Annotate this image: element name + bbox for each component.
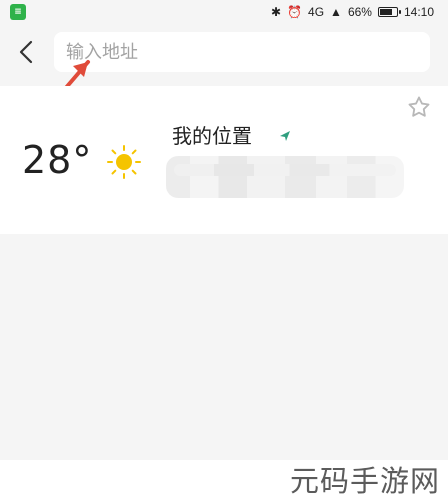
empty-content-area	[0, 234, 448, 460]
battery-icon	[377, 7, 401, 17]
alarm-icon: ⏰	[287, 5, 303, 19]
back-button[interactable]	[10, 34, 42, 70]
network-label: 4G	[308, 5, 325, 19]
watermark-text: 元码手游网	[289, 464, 440, 498]
sun-icon	[107, 145, 141, 179]
favorite-star-icon[interactable]	[406, 94, 432, 120]
signal-icon: ▲	[330, 5, 342, 19]
temperature-value: 28°	[22, 138, 93, 182]
search-bar	[0, 24, 448, 84]
status-time: 14:10	[403, 5, 434, 19]
app-badge-icon: ≡	[10, 4, 26, 20]
bluetooth-icon: ✱	[271, 5, 282, 19]
battery-percentage: 66%	[347, 5, 372, 19]
location-title: 我的位置	[172, 124, 252, 148]
back-arrow-icon	[19, 40, 33, 64]
location-arrow-icon	[280, 131, 290, 141]
status-icons: ✱ ⏰ 4G ▲ 66% 14:10	[271, 3, 434, 21]
weather-card[interactable]: 28° 我的位置	[0, 86, 448, 234]
status-bar: ≡ ✱ ⏰ 4G ▲ 66% 14:10	[0, 0, 448, 24]
blurred-address	[166, 156, 404, 198]
address-search-input[interactable]	[54, 32, 430, 72]
